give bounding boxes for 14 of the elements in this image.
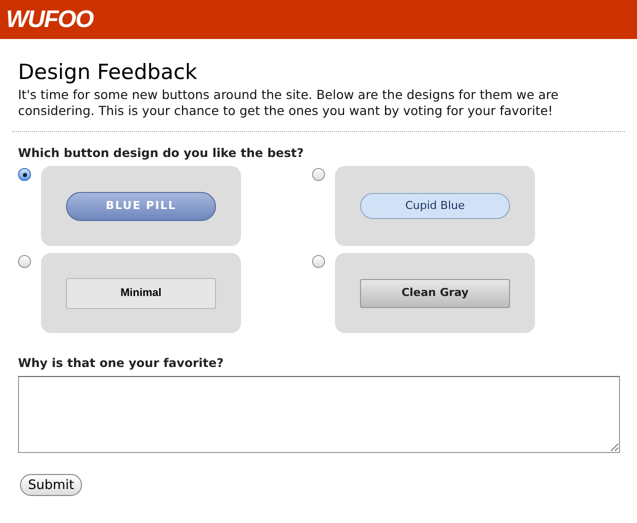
radio-button[interactable] (18, 255, 31, 268)
wufoo-logo[interactable]: WUFOO (6, 8, 93, 32)
sample-button[interactable]: Cupid Blue (360, 193, 510, 219)
question-label: Why is that one your favorite? (18, 355, 225, 371)
radio-button[interactable] (312, 255, 325, 268)
form-description: It's time for some new buttons around the site. Below are the designs for them we are considering. This is your chance to get the ones you want by voting for your favorite! (18, 87, 560, 119)
question-label: Which button design do you like the best? (18, 145, 305, 161)
submit-button[interactable]: Submit (20, 474, 82, 496)
radio-button[interactable] (18, 168, 31, 181)
answer-box[interactable] (18, 376, 620, 453)
radio-button[interactable] (312, 168, 325, 181)
sample-button[interactable]: Clean Gray (360, 278, 510, 308)
form-title: Design Feedback (18, 59, 198, 85)
sample-button[interactable]: Minimal (66, 278, 216, 308)
